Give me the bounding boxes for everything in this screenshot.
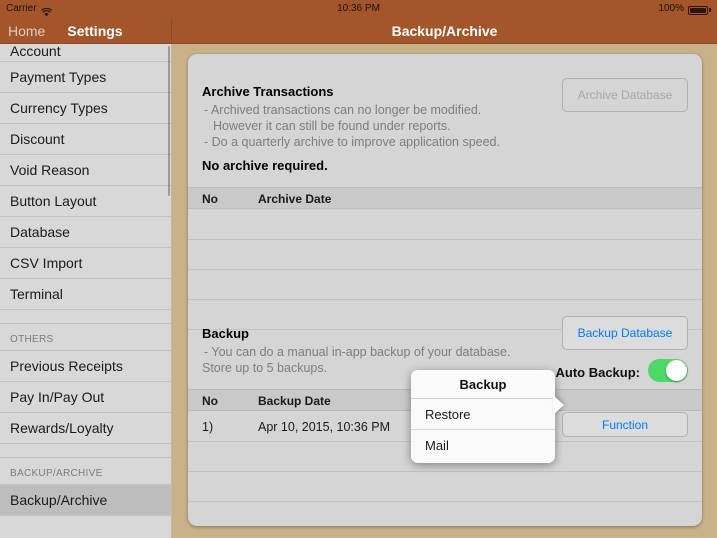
archive-table-header: No Archive Date xyxy=(188,187,702,209)
detail-pane: Archive Transactions - Archived transact… xyxy=(172,44,717,538)
sidebar-item-label: Database xyxy=(10,224,70,240)
backup-row-date: Apr 10, 2015, 10:36 PM xyxy=(258,420,391,434)
table-row-empty xyxy=(188,210,702,240)
sidebar-list: Account Payment Types Currency Types Discou… xyxy=(0,44,171,538)
status-bar-right: 100% xyxy=(658,0,711,18)
popover-arrow xyxy=(553,395,564,415)
battery-icon xyxy=(688,5,708,15)
archive-table-body xyxy=(188,210,702,330)
sidebar-item-rewards-loyalty[interactable]: Rewards/Loyalty xyxy=(0,413,171,444)
auto-backup-toggle-knob xyxy=(666,360,687,381)
sidebar-item-discount[interactable]: Discount xyxy=(0,124,171,155)
table-row-empty xyxy=(188,502,702,526)
sidebar-item-void-reason[interactable]: Void Reason xyxy=(0,155,171,186)
sidebar-item-payment-types[interactable]: Payment Types xyxy=(0,62,171,93)
nav-settings-title: Settings xyxy=(67,23,123,39)
battery-cap-icon xyxy=(709,8,711,12)
archive-desc-line2: However it can still be found under repo… xyxy=(213,119,451,133)
sidebar-item-label: Discount xyxy=(10,131,65,147)
archive-column-no: No xyxy=(202,192,218,206)
sidebar-item-label: Account xyxy=(10,44,61,59)
popover-item-mail[interactable]: Mail xyxy=(411,430,555,461)
sidebar-item-label: Rewards/Loyalty xyxy=(10,420,114,436)
archive-column-date: Archive Date xyxy=(258,192,332,206)
sidebar-empty-space xyxy=(0,516,171,538)
sidebar-item-pay-in-pay-out[interactable]: Pay In/Pay Out xyxy=(0,382,171,413)
battery-percent-label: 100% xyxy=(658,3,684,14)
auto-backup-toggle[interactable] xyxy=(648,359,688,382)
nav-home-button[interactable]: Home xyxy=(8,23,45,39)
sidebar-item-previous-receipts[interactable]: Previous Receipts xyxy=(0,351,171,382)
sidebar-item-label: Payment Types xyxy=(10,69,107,85)
sidebar-section-gap xyxy=(0,310,171,324)
backup-row-no: 1) xyxy=(202,420,214,434)
navigation-bar: Home Settings Backup/Archive xyxy=(0,18,717,44)
sidebar-item-account[interactable]: Account xyxy=(0,44,171,62)
backup-section-title: Backup xyxy=(202,326,249,341)
archive-desc-line1: - Archived transactions can no longer be… xyxy=(204,103,482,117)
sidebar-item-button-layout[interactable]: Button Layout xyxy=(0,186,171,217)
table-row-empty xyxy=(188,472,702,502)
sidebar-item-label: Terminal xyxy=(10,286,63,302)
backup-popover-menu: Backup Restore Mail xyxy=(411,370,555,463)
app-root: Carrier 10:36 PM 100% Home Settings Back… xyxy=(0,0,717,538)
popover-title: Backup xyxy=(411,370,555,399)
sidebar-item-backup-archive[interactable]: Backup/Archive xyxy=(0,485,171,516)
sidebar-item-label: Pay In/Pay Out xyxy=(10,389,105,405)
sidebar-section-gap xyxy=(0,444,171,458)
backup-desc-line1: - You can do a manual in-app backup of y… xyxy=(204,345,511,359)
archive-database-button[interactable]: Archive Database xyxy=(562,78,688,112)
archive-desc-line3: - Do a quarterly archive to improve appl… xyxy=(204,135,500,149)
auto-backup-label: Auto Backup: xyxy=(555,365,641,380)
sidebar-item-label: Button Layout xyxy=(10,193,97,209)
navigation-bar-left: Home Settings xyxy=(0,18,172,44)
sidebar-item-label: Currency Types xyxy=(10,100,108,116)
popover-item-restore[interactable]: Restore xyxy=(411,399,555,430)
popover-item-list: Restore Mail xyxy=(411,399,555,461)
backup-column-date: Backup Date xyxy=(258,394,331,408)
archive-status-note: No archive required. xyxy=(202,158,328,173)
sidebar-section-header-others: OTHERS xyxy=(0,324,171,351)
table-row-empty xyxy=(188,240,702,270)
sidebar-item-currency-types[interactable]: Currency Types xyxy=(0,93,171,124)
settings-sidebar[interactable]: Account Payment Types Currency Types Discou… xyxy=(0,44,172,538)
function-button[interactable]: Function xyxy=(562,412,688,437)
page-title: Backup/Archive xyxy=(391,23,498,39)
sidebar-item-label: Void Reason xyxy=(10,162,90,178)
sidebar-item-label: Backup/Archive xyxy=(10,492,108,508)
backup-column-no: No xyxy=(202,394,218,408)
sidebar-scrollbar[interactable] xyxy=(168,46,170,196)
sidebar-item-csv-import[interactable]: CSV Import xyxy=(0,248,171,279)
status-bar-time: 10:36 PM xyxy=(337,3,380,14)
sidebar-section-header-backup-archive: BACKUP/ARCHIVE xyxy=(0,458,171,485)
sidebar-item-terminal[interactable]: Terminal xyxy=(0,279,171,310)
sidebar-item-database[interactable]: Database xyxy=(0,217,171,248)
archive-section-title: Archive Transactions xyxy=(202,84,334,99)
backup-database-button[interactable]: Backup Database xyxy=(562,316,688,350)
sidebar-item-label: Previous Receipts xyxy=(10,358,123,374)
status-bar: Carrier 10:36 PM 100% xyxy=(0,0,717,18)
table-row-empty xyxy=(188,270,702,300)
sidebar-item-label: CSV Import xyxy=(10,255,83,271)
